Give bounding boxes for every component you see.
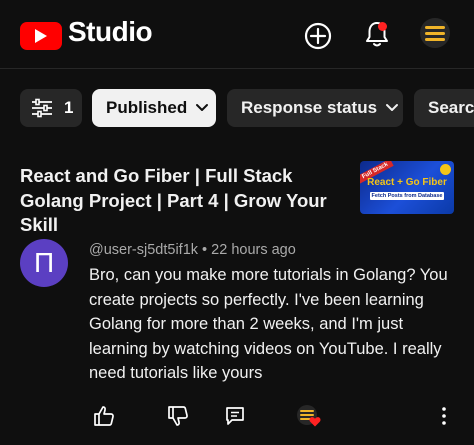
response-status-label: Response status — [241, 98, 378, 117]
thumbnail-subline: Fetch Posts from Database — [370, 192, 444, 200]
heart-icon — [309, 417, 321, 427]
like-icon[interactable] — [92, 404, 116, 428]
create-icon[interactable] — [302, 20, 334, 52]
filter-sliders-icon — [32, 98, 52, 118]
comment-author[interactable]: @user-sj5dt5if1k — [89, 242, 198, 258]
header-divider — [0, 68, 474, 69]
chevron-down-icon — [386, 104, 399, 111]
top-app-bar: Studio — [0, 0, 474, 68]
more-vert-icon[interactable] — [432, 404, 456, 428]
chevron-down-icon — [196, 104, 209, 111]
comment-text: Bro, can you make more tutorials in Gola… — [89, 266, 448, 382]
filter-count: 1 — [64, 98, 74, 117]
youtube-logo-icon[interactable] — [20, 22, 62, 50]
notification-dot — [378, 22, 387, 31]
filter-button[interactable]: 1 — [20, 89, 82, 127]
account-avatar-icon[interactable] — [420, 18, 450, 48]
published-label: Published — [106, 98, 188, 117]
search-label: Search — [428, 98, 474, 117]
thumbnail-badge-icon — [440, 164, 451, 175]
commenter-avatar[interactable]: П — [20, 239, 68, 287]
meta-separator: • — [198, 242, 212, 258]
dislike-icon[interactable] — [166, 404, 190, 428]
video-title[interactable]: React and Go Fiber | Full Stack Golang P… — [20, 164, 346, 238]
comment-time: 22 hours ago — [211, 242, 296, 258]
app-title: Studio — [68, 16, 153, 47]
response-status-filter-chip[interactable]: Response status — [227, 89, 403, 127]
video-thumbnail[interactable]: Full Stack React + Go Fiber Fetch Posts … — [360, 161, 454, 214]
reply-icon[interactable] — [223, 404, 247, 428]
thumbnail-headline: React + Go Fiber — [367, 177, 447, 188]
search-chip[interactable]: Search — [414, 89, 474, 127]
published-filter-chip[interactable]: Published — [92, 89, 216, 127]
comment-meta: @user-sj5dt5if1k • 22 hours ago — [89, 242, 296, 258]
notifications-bell-icon[interactable] — [361, 18, 393, 50]
